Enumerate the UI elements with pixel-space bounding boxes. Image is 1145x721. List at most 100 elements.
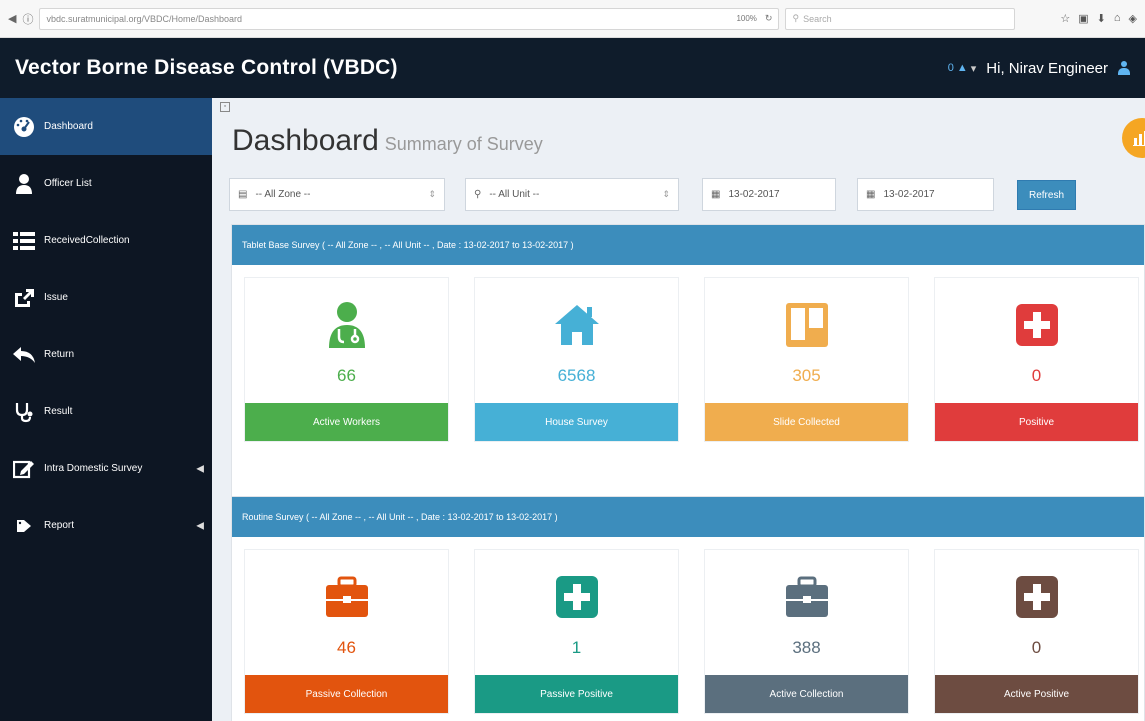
building-icon: ▤ <box>238 189 248 200</box>
calendar-icon: ▦ <box>711 189 721 200</box>
passive-collection-card: 46 Passive Collection <box>244 549 449 714</box>
app-title: Vector Borne Disease Control (VBDC) <box>15 56 398 79</box>
passive-positive-card: 1 Passive Positive <box>474 549 679 714</box>
slide-collected-card: 305 Slide Collected <box>704 277 909 442</box>
to-date-value: 13-02-2017 <box>883 189 935 200</box>
tachometer-icon <box>12 116 36 138</box>
sidebar-item-report[interactable]: Report ◀ <box>0 497 212 554</box>
header-right: 0 ▲ ▾ Hi, Nirav Engineer <box>948 60 1130 77</box>
positive-card: 0 Positive <box>934 277 1139 442</box>
from-date-input[interactable]: ▦ 13-02-2017 <box>702 178 836 211</box>
user-icon[interactable] <box>1118 61 1130 75</box>
positive-value: 0 <box>1031 366 1042 385</box>
sidebar-item-intra-domestic-survey[interactable]: Intra Domestic Survey ◀ <box>0 440 212 497</box>
search-placeholder: Search <box>803 13 832 24</box>
chevron-left-icon[interactable]: ◀ <box>196 463 204 474</box>
zone-select-value: -- All Zone -- <box>255 189 311 200</box>
app-header: Vector Borne Disease Control (VBDC) 0 ▲ … <box>0 38 1145 98</box>
house-survey-card: 6568 House Survey <box>474 277 679 442</box>
active-collection-value: 388 <box>792 638 821 657</box>
active-positive-button[interactable]: Active Positive <box>935 675 1138 713</box>
chevron-left-icon[interactable]: ◀ <box>196 520 204 531</box>
slide-collected-button[interactable]: Slide Collected <box>705 403 908 441</box>
select-caret-icon: ⇕ <box>662 189 670 199</box>
home-browser-icon[interactable]: ⌂ <box>1114 12 1121 25</box>
page-title: Dashboard Summary of Survey <box>232 124 543 158</box>
caret-down-icon: ▾ <box>970 62 977 75</box>
back-icon[interactable]: ◀ <box>8 12 16 25</box>
users-icon: ▲ <box>956 62 968 74</box>
sidebar-item-result[interactable]: Result <box>0 383 212 440</box>
tag-icon <box>12 515 36 537</box>
active-workers-button[interactable]: Active Workers <box>245 403 448 441</box>
active-collection-button[interactable]: Active Collection <box>705 675 908 713</box>
sidebar-toggle-icon[interactable]: ▫ <box>220 102 230 112</box>
browser-icons: ☆ ▣ ⬇ ⌂ ◈ <box>1060 12 1137 25</box>
sidebar-item-label: Officer List <box>44 178 92 189</box>
sidebar-item-label: Report <box>44 520 75 531</box>
notification-dropdown[interactable]: 0 ▲ ▾ <box>948 62 977 75</box>
plus-square-icon <box>554 572 600 622</box>
user-icon <box>12 173 36 195</box>
from-date-value: 13-02-2017 <box>728 189 780 200</box>
browser-toolbar: ◀ ⓘ vbdc.suratmunicipal.org/VBDC/Home/Da… <box>0 0 1145 38</box>
active-positive-value: 0 <box>1031 638 1042 657</box>
list-icon <box>12 230 36 252</box>
page-title-text: Dashboard <box>232 124 379 157</box>
sidebar-item-label: ReceivedCollection <box>44 235 130 246</box>
unit-select[interactable]: ⚲ -- All Unit -- ⇕ <box>465 178 679 211</box>
active-collection-card: 388 Active Collection <box>704 549 909 714</box>
to-date-input[interactable]: ▦ 13-02-2017 <box>857 178 994 211</box>
share-icon <box>12 287 36 309</box>
user-greeting[interactable]: Hi, Nirav Engineer <box>986 60 1108 77</box>
chart-icon[interactable] <box>1122 118 1145 158</box>
refresh-button[interactable]: Refresh <box>1017 180 1076 210</box>
home-icon <box>554 300 600 350</box>
page-subtitle: Summary of Survey <box>384 134 543 154</box>
notification-count: 0 <box>947 62 954 74</box>
sidebar-item-dashboard[interactable]: Dashboard <box>0 98 212 155</box>
tablet-survey-heading: Tablet Base Survey ( -- All Zone -- , --… <box>232 225 1144 265</box>
plus-square-icon <box>1014 572 1060 622</box>
passive-collection-button[interactable]: Passive Collection <box>245 675 448 713</box>
download-icon[interactable]: ⬇ <box>1097 12 1106 25</box>
reload-icon[interactable]: ↻ <box>765 13 773 24</box>
house-survey-button[interactable]: House Survey <box>475 403 678 441</box>
star-icon[interactable]: ☆ <box>1060 12 1070 25</box>
sidebar-item-received-collection[interactable]: ReceivedCollection <box>0 212 212 269</box>
sidebar-item-issue[interactable]: Issue <box>0 269 212 326</box>
calendar-icon: ▦ <box>866 189 876 200</box>
routine-survey-heading: Routine Survey ( -- All Zone -- , -- All… <box>232 497 1144 537</box>
active-positive-card: 0 Active Positive <box>934 549 1139 714</box>
house-survey-value: 6568 <box>557 366 596 385</box>
browser-search-input[interactable]: ⚲ Search <box>785 7 1016 30</box>
slide-collected-value: 305 <box>792 366 821 385</box>
sidebar-item-label: Dashboard <box>44 121 93 132</box>
passive-positive-button[interactable]: Passive Positive <box>475 675 678 713</box>
zoom-level[interactable]: 100% <box>736 14 756 23</box>
sidebar-item-officer-list[interactable]: Officer List <box>0 155 212 212</box>
sidebar-item-return[interactable]: Return <box>0 326 212 383</box>
passive-collection-value: 46 <box>337 638 356 657</box>
sidebar-item-label: Result <box>44 406 73 417</box>
unit-select-value: -- All Unit -- <box>489 189 540 200</box>
routine-survey-panel: Routine Survey ( -- All Zone -- , -- All… <box>231 496 1145 721</box>
reply-icon <box>12 344 36 366</box>
search-icon: ⚲ <box>792 13 800 23</box>
positive-button[interactable]: Positive <box>935 403 1138 441</box>
sidebar-item-label: Return <box>44 349 75 360</box>
active-workers-card: 66 Active Workers <box>244 277 449 442</box>
stethoscope-icon <box>12 401 36 423</box>
shield-icon[interactable]: ◈ <box>1129 12 1137 25</box>
passive-positive-value: 1 <box>571 638 582 657</box>
edit-icon <box>12 458 36 480</box>
briefcase-icon <box>784 572 830 622</box>
clipboard-icon[interactable]: ▣ <box>1078 12 1088 25</box>
active-workers-value: 66 <box>337 366 356 385</box>
select-caret-icon: ⇕ <box>428 189 436 199</box>
address-bar[interactable]: vbdc.suratmunicipal.org/VBDC/Home/Dashbo… <box>39 7 780 30</box>
plus-square-icon <box>1014 300 1060 350</box>
zone-select[interactable]: ▤ -- All Zone -- ⇕ <box>229 178 445 211</box>
info-icon[interactable]: ⓘ <box>22 11 33 27</box>
sidebar-item-label: Issue <box>44 292 68 303</box>
